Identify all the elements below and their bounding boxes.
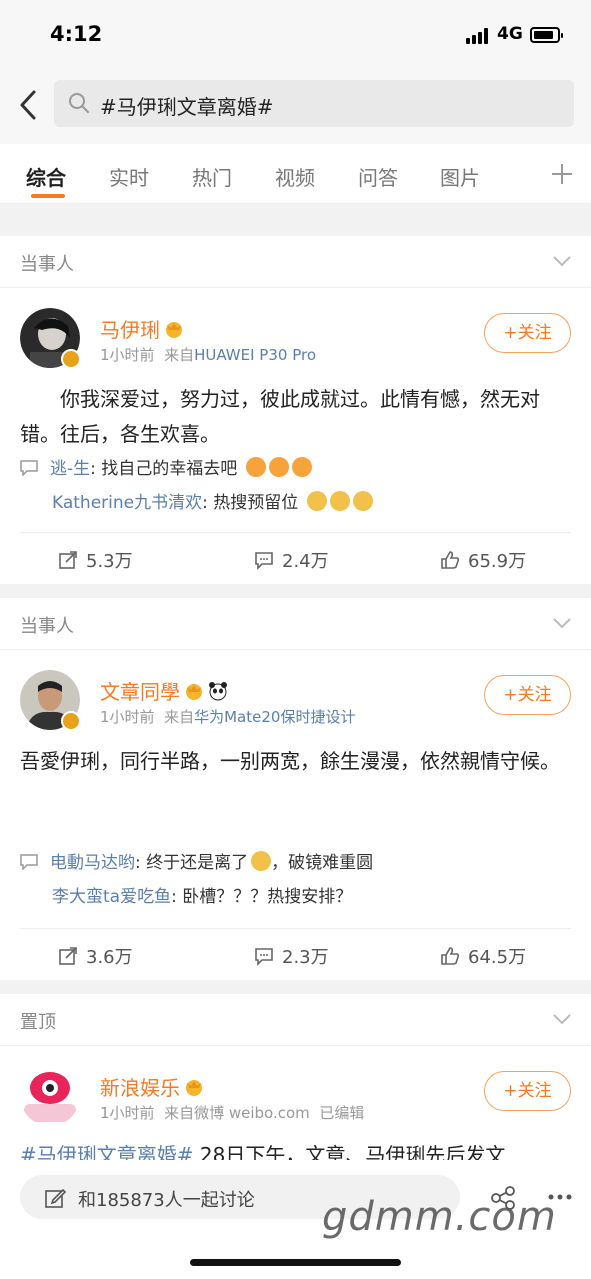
emoji-icon xyxy=(352,491,373,511)
tab-视频[interactable]: 视频 xyxy=(275,162,315,191)
like-button[interactable]: 65.9万 xyxy=(440,547,526,573)
signal-icon xyxy=(466,28,492,44)
verified-badge-icon xyxy=(61,349,81,369)
repost-button[interactable]: 3.6万 xyxy=(58,943,133,969)
thumbs-up-icon xyxy=(441,551,460,569)
comment-item[interactable]: 李大蛮ta爱吃鱼: 卧槽？？？热搜安排？ xyxy=(20,880,571,914)
search-input[interactable]: #马伊琍文章离婚# xyxy=(54,80,574,127)
search-icon xyxy=(69,93,89,113)
emoji-icon xyxy=(245,457,266,477)
comment-icon xyxy=(255,552,273,570)
tab-underline xyxy=(31,194,65,198)
comment-button[interactable]: 2.4万 xyxy=(254,547,329,573)
comment-icon xyxy=(255,948,273,966)
add-tab-icon[interactable] xyxy=(550,162,574,186)
tab-热门[interactable]: 热门 xyxy=(192,162,232,191)
repost-icon xyxy=(59,551,77,569)
post-source[interactable]: HUAWEI P30 Pro xyxy=(194,346,316,364)
author-name[interactable]: 马伊琍 xyxy=(100,314,184,343)
home-indicator xyxy=(190,1259,401,1266)
vip-crown-icon xyxy=(186,684,202,700)
search-query: #马伊琍文章离婚# xyxy=(100,95,274,119)
back-arrow-icon[interactable] xyxy=(18,90,38,120)
bottom-bar: 和185873人一起讨论 gdmm.com xyxy=(0,1160,591,1279)
action-bar: 5.3万 2.4万 65.9万 xyxy=(20,532,571,584)
search-header: #马伊琍文章离婚# xyxy=(0,70,591,144)
emoji-icon xyxy=(268,457,289,477)
repost-button[interactable]: 5.3万 xyxy=(58,547,133,573)
section-header[interactable]: 当事人 xyxy=(0,236,591,288)
action-bar: 3.6万 2.3万 64.5万 xyxy=(20,928,571,980)
vip-crown-icon xyxy=(166,322,182,338)
author-name[interactable]: 文章同學 xyxy=(100,676,228,705)
post-meta: 1小时前 来自微博 weibo.com 已编辑 xyxy=(100,1104,365,1122)
tab-bar: 综合 实时 热门 视频 问答 图片 xyxy=(0,144,591,204)
section-title: 当事人 xyxy=(20,616,74,637)
like-button[interactable]: 64.5万 xyxy=(440,943,526,969)
section-header[interactable]: 置顶 xyxy=(0,994,591,1046)
comment-preview[interactable]: 逃-生: 找自己的幸福去吧 Katherine九书清欢: 热搜预留位 xyxy=(20,452,571,520)
tab-问答[interactable]: 问答 xyxy=(358,162,398,191)
post-meta: 1小时前 来自华为Mate20保时捷设计 xyxy=(100,708,356,726)
panda-icon xyxy=(209,682,227,701)
share-icon[interactable] xyxy=(490,1186,516,1210)
author-name[interactable]: 新浪娱乐 xyxy=(100,1072,204,1101)
chevron-down-icon[interactable] xyxy=(552,616,572,630)
comment-item[interactable]: 逃-生: 找自己的幸福去吧 xyxy=(20,452,571,486)
repost-icon xyxy=(59,947,77,965)
post-source[interactable]: 华为Mate20保时捷设计 xyxy=(194,708,355,726)
section-card: 当事人 马伊琍 1小时前 来自HUAWEI P30 Pro +关注 你我深爱过，… xyxy=(0,236,591,584)
comment-button[interactable]: 2.3万 xyxy=(254,943,329,969)
follow-button[interactable]: +关注 xyxy=(484,313,571,353)
post-content: 你我深爱过，努力过，彼此成就过。此情有憾，然无对错。往后，各生欢喜。 xyxy=(20,387,540,446)
post-meta: 1小时前 来自HUAWEI P30 Pro xyxy=(100,346,317,364)
emoji-icon xyxy=(291,457,312,477)
watermark: gdmm.com xyxy=(322,1194,557,1240)
follow-button[interactable]: +关注 xyxy=(484,675,571,715)
discuss-label: 和185873人一起讨论 xyxy=(78,1190,255,1211)
battery-icon xyxy=(530,27,563,43)
section-card: 当事人 文章同學 1小时前 来自华为Mate20保时捷设计 +关注 吾愛伊琍，同… xyxy=(0,598,591,980)
section-card: 置顶 新浪娱乐 1小时前 来自微博 weibo.com 已编辑 +关注 #马伊琍… xyxy=(0,994,591,1167)
tab-图片[interactable]: 图片 xyxy=(440,162,480,191)
comment-bubble-icon xyxy=(20,854,38,870)
verified-badge-icon xyxy=(61,711,81,731)
emoji-icon xyxy=(306,491,327,511)
comment-item[interactable]: 电動马达哟: 终于还是离了 ，破镜难重圆 xyxy=(20,846,571,880)
status-time: 4:12 xyxy=(50,22,103,46)
network-label: 4G xyxy=(497,24,523,44)
post-content: 吾愛伊琍，同行半路，一别两宽，餘生漫漫，依然親情守候。 xyxy=(20,749,560,773)
emoji-icon xyxy=(329,491,350,511)
emoji-icon xyxy=(251,851,272,871)
section-title: 置顶 xyxy=(20,1012,56,1033)
tab-实时[interactable]: 实时 xyxy=(109,162,149,191)
avatar[interactable] xyxy=(20,1066,80,1126)
chevron-down-icon[interactable] xyxy=(552,1012,572,1026)
comment-item[interactable]: Katherine九书清欢: 热搜预留位 xyxy=(20,486,571,520)
chevron-down-icon[interactable] xyxy=(552,254,572,268)
tab-综合[interactable]: 综合 xyxy=(26,162,66,191)
status-bar: 4:12 4G xyxy=(0,0,591,70)
follow-button[interactable]: +关注 xyxy=(484,1071,571,1111)
more-icon[interactable] xyxy=(548,1194,572,1200)
thumbs-up-icon xyxy=(441,947,460,965)
section-title: 当事人 xyxy=(20,254,74,275)
vip-crown-icon xyxy=(186,1080,202,1096)
section-header[interactable]: 当事人 xyxy=(0,598,591,650)
comment-bubble-icon xyxy=(20,460,38,476)
edit-icon xyxy=(45,1188,66,1208)
comment-preview[interactable]: 电動马达哟: 终于还是离了 ，破镜难重圆 李大蛮ta爱吃鱼: 卧槽？？？热搜安排？ xyxy=(20,846,571,914)
